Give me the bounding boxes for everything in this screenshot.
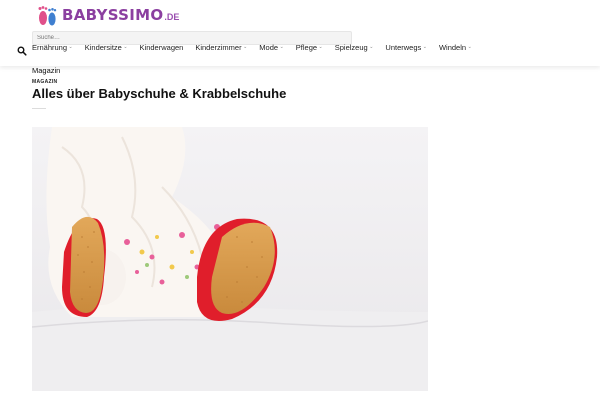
chevron-down-icon: ⌄ bbox=[243, 44, 248, 50]
chevron-down-icon: ⌄ bbox=[318, 44, 323, 50]
nav-item-ernaehrung[interactable]: Ernährung ⌄ bbox=[32, 43, 73, 52]
nav-item-pflege[interactable]: Pflege ⌄ bbox=[296, 43, 323, 52]
nav-item-label: Kinderwagen bbox=[139, 42, 184, 52]
title-divider bbox=[32, 108, 46, 109]
nav-item-label: Ernährung bbox=[32, 42, 68, 52]
nav-item-label: Kinderzimmer bbox=[195, 42, 242, 52]
nav-item-kinderwagen[interactable]: Kinderwagen bbox=[140, 43, 184, 52]
search-icon[interactable] bbox=[17, 46, 27, 56]
chevron-down-icon: ⌄ bbox=[68, 44, 73, 50]
nav-item-kindersitze[interactable]: Kindersitze ⌄ bbox=[85, 43, 128, 52]
chevron-down-icon: ⌄ bbox=[467, 44, 472, 50]
nav-item-windeln[interactable]: Windeln ⌄ bbox=[439, 43, 472, 52]
nav-item-label: Windeln bbox=[438, 42, 467, 52]
article-title: Alles über Babyschuhe & Krabbelschuhe bbox=[32, 86, 287, 101]
breadcrumb-category-link[interactable]: Magazin bbox=[32, 66, 60, 75]
chevron-down-icon: ⌄ bbox=[369, 44, 374, 50]
chevron-down-icon: ⌄ bbox=[123, 44, 128, 50]
nav-item-label: Kindersitze bbox=[84, 42, 122, 52]
nav-item-spielzeug[interactable]: Spielzeug ⌄ bbox=[335, 43, 374, 52]
baby-in-red-shoes-photo bbox=[32, 127, 428, 391]
logo-wordmark: BABYSSIMO bbox=[62, 6, 164, 24]
nav-item-kinderzimmer[interactable]: Kinderzimmer ⌄ bbox=[195, 43, 247, 52]
site-logo[interactable]: BABYSSIMO .DE bbox=[34, 2, 179, 28]
main-navigation: Ernährung ⌄ Kindersitze ⌄ Kinderwagen Ki… bbox=[32, 41, 484, 53]
nav-item-label: Unterwegs bbox=[385, 42, 422, 52]
chevron-down-icon: ⌄ bbox=[279, 44, 284, 50]
logo-tld: .DE bbox=[164, 12, 180, 22]
baby-feet-logo-icon bbox=[38, 6, 57, 26]
nav-item-label: Spielzeug bbox=[334, 42, 368, 52]
nav-item-unterwegs[interactable]: Unterwegs ⌄ bbox=[385, 43, 427, 52]
nav-item-label: Mode bbox=[259, 42, 279, 52]
site-header: BABYSSIMO .DE Ernährung ⌄ Kindersitze ⌄ … bbox=[0, 0, 600, 66]
nav-item-label: Pflege bbox=[295, 42, 318, 52]
hero-image bbox=[32, 127, 428, 391]
article-category-label[interactable]: MAGAZIN bbox=[32, 79, 57, 85]
chevron-down-icon: ⌄ bbox=[422, 44, 427, 50]
nav-item-mode[interactable]: Mode ⌄ bbox=[259, 43, 283, 52]
